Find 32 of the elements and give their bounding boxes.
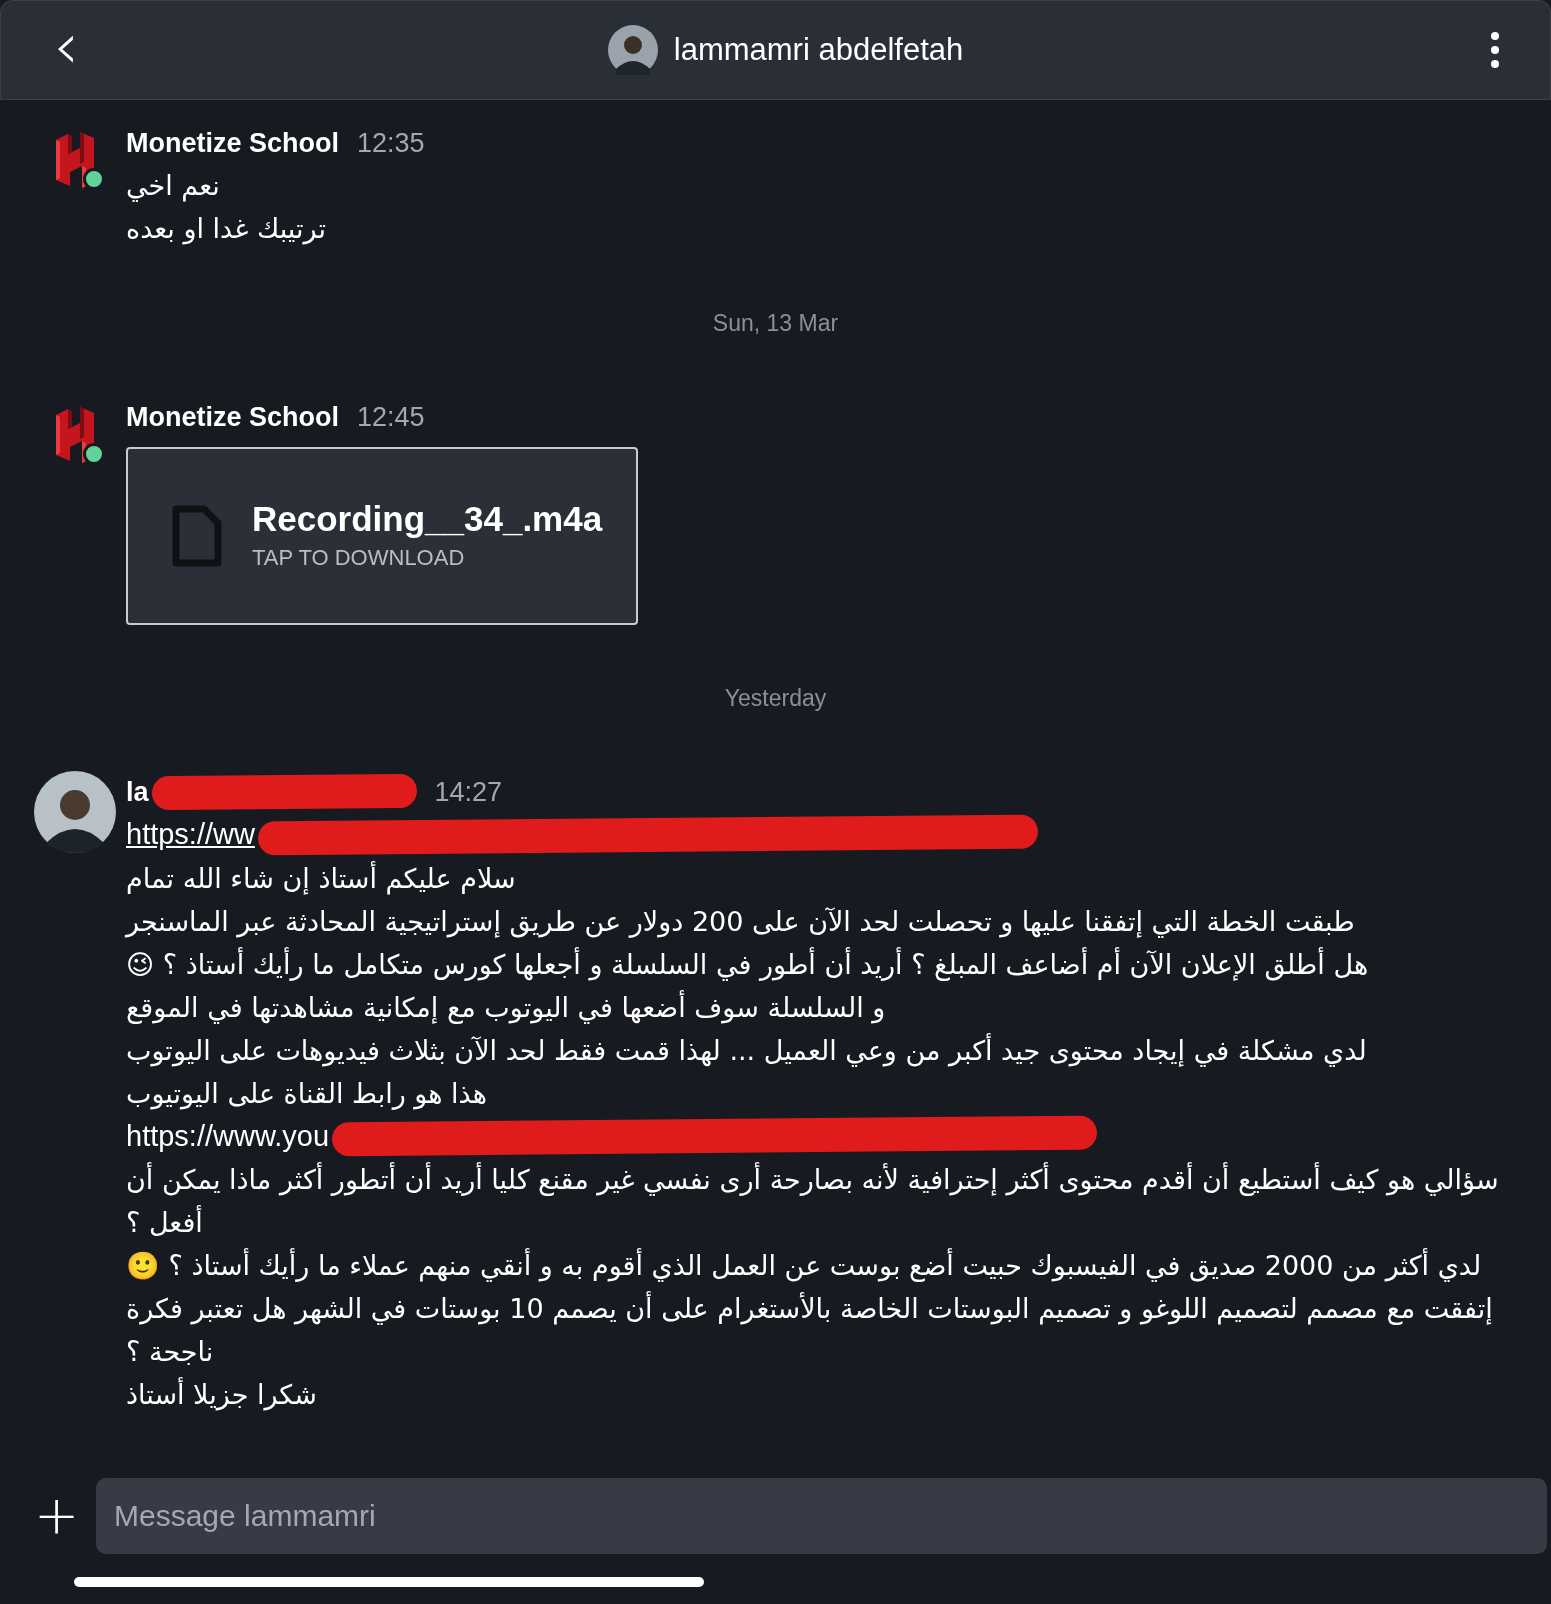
- sender-name: Monetize School: [126, 126, 339, 160]
- chat-title: lammamri abdelfetah: [673, 30, 964, 69]
- message-link[interactable]: https://ww: [126, 813, 255, 857]
- message-line: ترتيبك غدا او بعده: [126, 212, 326, 247]
- message-time: 12:45: [357, 401, 425, 435]
- message-line: شكرا جزيلا أستاذ: [126, 1376, 317, 1413]
- message-line: سلام عليكم أستاذ إن شاء الله تمام: [126, 860, 516, 897]
- add-button[interactable]: +: [34, 1489, 76, 1543]
- avatar: [607, 25, 658, 75]
- date-separator: Sun, 13 Mar: [712, 309, 839, 338]
- message-line: https://www.you: [126, 1118, 330, 1154]
- sender-name: Monetize School: [126, 401, 339, 435]
- message-line: هل أطلق الإعلان الآن أم أضاعف المبلغ ؟ أريد أن أطور في السلسلة و أجعلها كورس متكامل ما رأيك أستاذ ؟ 😉: [126, 946, 1369, 983]
- message-line: سؤالي هو كيف أستطيع أن أقدم محتوى أكثر إحترافية لأنه بصارحة أرى نفسي غير مقنع كليا أريد أن أتطور أكثر ماذا يمكن أن أفعل ؟: [126, 1161, 1500, 1240]
- file-icon: [172, 504, 222, 567]
- more-icon[interactable]: [1490, 32, 1500, 68]
- date-separator: Yesterday: [724, 683, 827, 713]
- message-line: إتفقت مع مصمم لتصميم اللوغو و تصميم البوستات الخاصة بالأستغرام على أن يصمم 10 بوستات في الشهر هل تعتبر فكرة ناجحة ؟: [126, 1290, 1494, 1369]
- file-name: Recording__34_.m4a: [252, 498, 603, 541]
- back-button[interactable]: ‹: [51, 14, 81, 78]
- sender-name: la: [126, 775, 149, 809]
- message-time: 12:35: [357, 126, 425, 160]
- download-hint: TAP TO DOWNLOAD: [252, 543, 466, 572]
- message-line: هذا هو رابط القناة على اليوتيوب: [126, 1076, 487, 1112]
- file-attachment[interactable]: Recording__34_.m4a TAP TO DOWNLOAD: [126, 446, 638, 625]
- message-input[interactable]: Message lammamri: [96, 1478, 1547, 1554]
- message-line: و السلسلة سوف أضعها في اليوتوب مع إمكانية مشاهدتها في الموقع: [126, 989, 886, 1026]
- message-line: لدي مشكلة في إيجاد محتوى جيد أكبر من وعي العميل ... لهذا قمت فقط لحد الآن بثلاث فيديوهات على اليوتوب: [126, 1032, 1367, 1069]
- message-line: نعم اخي: [126, 169, 220, 204]
- message-line: طبقت الخطة التي إتفقنا عليها و تحصلت لحد الآن على 200 دولار عن طريق إستراتيجية المحادثة عبر الماسنجر: [126, 904, 1355, 940]
- message-time: 14:27: [434, 775, 503, 809]
- message-line: لدي أكثر من 2000 صديق في الفيسبوك حبيت أضع بوست عن العمل الذي أقوم به و أنقي منهم عملاء ما رأيك أستاذ ؟ 🙂: [126, 1247, 1482, 1284]
